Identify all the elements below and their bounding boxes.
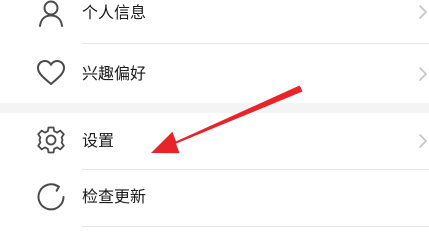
menu-item-profile[interactable]: 个人信息 bbox=[0, 0, 429, 44]
menu-item-label: 设置 bbox=[82, 131, 115, 150]
refresh-icon bbox=[37, 183, 65, 211]
chevron-right-icon bbox=[419, 67, 427, 81]
chevron-right-icon bbox=[419, 5, 427, 19]
menu-item-check-update[interactable]: 检查更新 bbox=[0, 170, 429, 226]
menu-group-bottom: 设置 检查更新 bbox=[0, 113, 429, 240]
heart-icon bbox=[37, 60, 65, 85]
gear-icon bbox=[37, 126, 65, 154]
menu-item-interests[interactable]: 兴趣偏好 bbox=[0, 45, 429, 101]
person-icon bbox=[39, 0, 63, 27]
menu-item-label: 个人信息 bbox=[82, 3, 147, 22]
divider bbox=[82, 226, 429, 227]
menu-group-top: 个人信息 兴趣偏好 bbox=[0, 0, 429, 103]
menu-item-label: 检查更新 bbox=[82, 187, 147, 206]
menu-item-settings[interactable]: 设置 bbox=[0, 113, 429, 169]
menu-item-label: 兴趣偏好 bbox=[82, 64, 147, 83]
divider bbox=[82, 43, 429, 44]
chevron-right-icon bbox=[419, 134, 427, 148]
